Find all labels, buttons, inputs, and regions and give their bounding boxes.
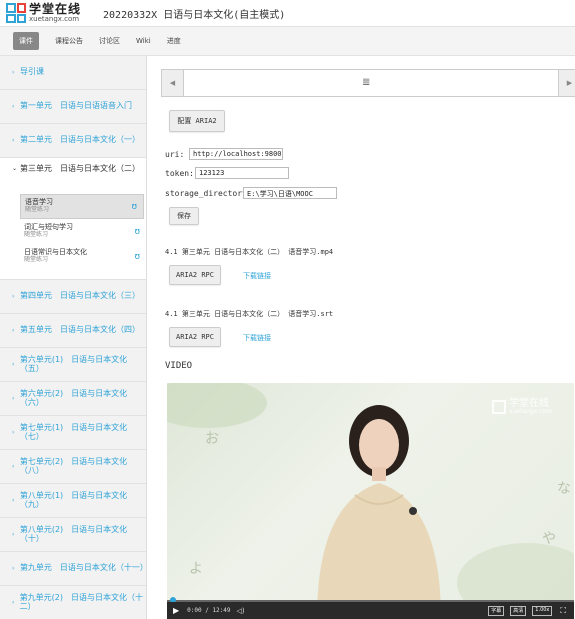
chevron-right-icon: ›: [12, 293, 15, 300]
course-sidebar: › 导引课 › 第一单元 日语与日语语音入门 › 第二单元 日语与日本文化（一） ⌄ 第…: [0, 56, 147, 619]
site-logo[interactable]: 学堂在线 xuetangx.com: [6, 3, 81, 23]
logo-text: 学堂在线: [29, 2, 82, 16]
tab-announcements[interactable]: 课程公告: [55, 32, 83, 50]
video-player[interactable]: お や よ な 学堂在线 xuetangx.com ▶ 0:00 / 12:49…: [167, 383, 574, 619]
srt-file-title: 4.1 第三单元 日语与日本文化（二） 语音学习.srt: [165, 310, 334, 318]
storage-directory-input[interactable]: E:\学习\日语\MOOC: [243, 187, 337, 199]
tab-progress[interactable]: 进度: [167, 32, 181, 50]
quality-button[interactable]: 高清: [510, 605, 527, 616]
chevron-right-icon: ›: [12, 565, 15, 572]
sidebar-section-open[interactable]: ⌄ 第三单元 日语与日本文化（二）: [0, 158, 146, 194]
play-icon[interactable]: ▶: [173, 606, 179, 615]
chevron-right-icon: ›: [12, 327, 15, 334]
video-watermark: 学堂在线 xuetangx.com: [492, 399, 552, 415]
video-controls: ▶ 0:00 / 12:49 ◁) 字幕 高清 1.00x ⛶: [167, 602, 574, 619]
sidebar-subitem-active[interactable]: 语音学习 随堂练习 ʊ: [20, 194, 144, 219]
chevron-right-icon: ›: [12, 103, 15, 110]
logo-domain: xuetangx.com: [29, 15, 80, 23]
svg-text:な: な: [557, 481, 571, 497]
sidebar-section[interactable]: › 第四单元 日语与日本文化（三）: [0, 280, 146, 314]
sidebar-section[interactable]: › 第七单元(1) 日语与日本文化（七）: [0, 416, 146, 450]
aria2-rpc-button[interactable]: ARIA2 RPC: [169, 265, 221, 285]
chevron-right-icon: ›: [12, 463, 15, 470]
configure-aria2-button[interactable]: 配置 ARIA2: [169, 110, 225, 132]
tab-discussion[interactable]: 讨论区: [99, 32, 120, 50]
sidebar-section[interactable]: › 第七单元(2) 日语与日本文化（八）: [0, 450, 146, 484]
sidebar-subsection-list: 语音学习 随堂练习 ʊ 词汇与短句学习 随堂练习 ʊ 日语常识与日本文化 随堂练习 ʊ: [0, 194, 146, 280]
sidebar-section[interactable]: › 第一单元 日语与日语语音入门: [0, 90, 146, 124]
chevron-down-icon: ⌄: [12, 165, 18, 172]
tab-wiki[interactable]: Wiki: [136, 33, 151, 49]
svg-text:よ: よ: [189, 561, 203, 577]
sidebar-section[interactable]: › 第五单元 日语与日本文化（四）: [0, 314, 146, 348]
next-unit-button[interactable]: ▶: [558, 70, 575, 96]
sidebar-section[interactable]: › 第二单元 日语与日本文化（一）: [0, 124, 146, 158]
prev-unit-button[interactable]: ◀: [162, 70, 184, 96]
sidebar-subitem[interactable]: 词汇与短句学习 随堂练习 ʊ: [0, 219, 146, 244]
exercise-icon: ʊ: [134, 226, 140, 237]
top-header: 学堂在线 xuetangx.com 20220332X 日语与日本文化(自主模式…: [0, 0, 575, 26]
sequence-nav: ◀ ≣ ▶: [161, 69, 575, 97]
sidebar-section[interactable]: › 第六单元(2) 日语与日本文化（六）: [0, 382, 146, 416]
sidebar-section[interactable]: › 第八单元(1) 日语与日本文化（九）: [0, 484, 146, 518]
sidebar-subitem[interactable]: 日语常识与日本文化 随堂练习 ʊ: [0, 244, 146, 269]
chevron-right-icon: ›: [12, 69, 15, 76]
sidebar-section[interactable]: › 第九单元(2) 日语与日本文化（十二）: [0, 586, 146, 619]
aria2-rpc-button[interactable]: ARIA2 RPC: [169, 327, 221, 347]
volume-icon[interactable]: ◁): [237, 607, 245, 615]
chevron-right-icon: ›: [12, 395, 15, 402]
sidebar-section[interactable]: › 第六单元(1) 日语与日本文化（五）: [0, 348, 146, 382]
storage-directory-label: storage_directory:: [165, 189, 252, 198]
chevron-right-icon: ›: [12, 497, 15, 504]
logo-mark-icon: [6, 3, 26, 23]
sidebar-section[interactable]: › 第九单元 日语与日本文化（十一）: [0, 552, 146, 586]
exercise-icon: ʊ: [131, 201, 137, 212]
uri-input[interactable]: http://localhost:9800/j: [189, 148, 283, 160]
course-title: 20220332X 日语与日本文化(自主模式): [103, 9, 286, 21]
speed-button[interactable]: 1.00x: [532, 605, 553, 616]
uri-label: uri:: [165, 150, 185, 159]
document-icon[interactable]: ≣: [362, 77, 370, 88]
chevron-right-icon: ›: [12, 531, 15, 538]
course-tabs: 课件 课程公告 讨论区 Wiki 进度: [0, 26, 575, 56]
sidebar-section[interactable]: › 导引课: [0, 56, 146, 90]
mp4-file-title: 4.1 第三单元 日语与日本文化（二） 语音学习.mp4: [165, 248, 334, 256]
chevron-right-icon: ›: [12, 361, 15, 368]
exercise-icon: ʊ: [134, 251, 140, 262]
svg-text:や: や: [542, 531, 556, 547]
subtitle-button[interactable]: 字幕: [488, 605, 505, 616]
chevron-right-icon: ›: [12, 599, 15, 606]
tab-courseware[interactable]: 课件: [13, 32, 39, 50]
video-frame: お や よ な: [167, 383, 574, 619]
save-button[interactable]: 保存: [169, 207, 199, 225]
token-input[interactable]: 123123: [195, 167, 289, 179]
download-link[interactable]: 下载链接: [243, 271, 271, 281]
sidebar-section[interactable]: › 第八单元(2) 日语与日本文化（十）: [0, 518, 146, 552]
fullscreen-icon[interactable]: ⛶: [558, 606, 568, 616]
token-label: token:: [165, 169, 194, 178]
svg-text:お: お: [205, 431, 219, 447]
video-time: 0:00 / 12:49: [187, 607, 231, 614]
main-content: ◀ ≣ ▶ 配置 ARIA2 uri: http://localhost:980…: [147, 56, 575, 619]
download-link[interactable]: 下载链接: [243, 333, 271, 343]
chevron-right-icon: ›: [12, 429, 15, 436]
video-heading: VIDEO: [165, 361, 193, 371]
chevron-right-icon: ›: [12, 137, 15, 144]
